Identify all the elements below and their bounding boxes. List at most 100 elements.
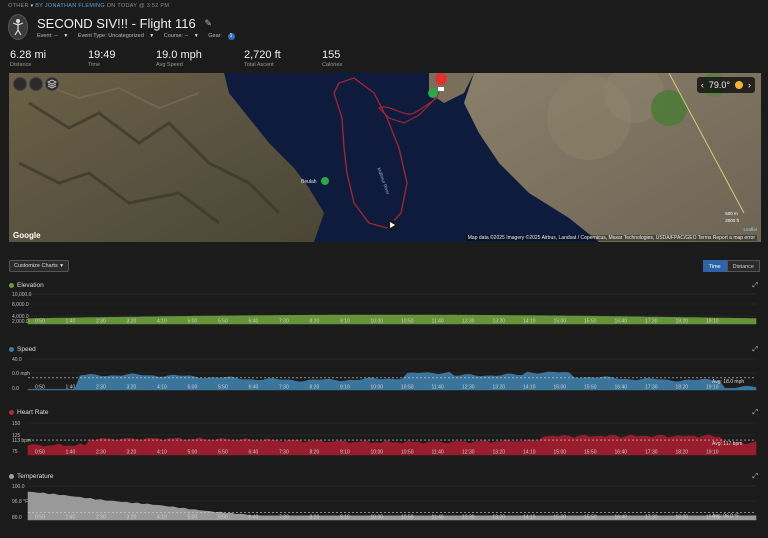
customize-charts-button[interactable]: Customize Charts ▼ bbox=[9, 260, 70, 272]
x-tick-label: 5:50 bbox=[218, 515, 228, 521]
heart-rate-plot[interactable]: Avg: 117 bpm150125113 bpm75 0:50 1:40 2:30 3… bbox=[0, 417, 768, 463]
x-tick-label: 0:50 bbox=[35, 385, 45, 391]
stat-label: Time bbox=[88, 62, 101, 68]
stat-calories: 155 Calories bbox=[322, 49, 342, 68]
y-tick-label: 2,000.0 bbox=[12, 319, 29, 325]
x-tick-label: 6:40 bbox=[249, 319, 259, 325]
x-tick-label: 5:50 bbox=[218, 450, 228, 456]
map-zoom-out-button[interactable] bbox=[29, 77, 43, 91]
leaflet-link[interactable]: Leaflet bbox=[743, 227, 757, 232]
x-tick-label: 3:20 bbox=[127, 319, 137, 325]
chevron-down-icon: ▼ bbox=[57, 263, 65, 269]
x-tick-label: 10:00 bbox=[371, 385, 384, 391]
x-tick-label: 16:40 bbox=[615, 515, 628, 521]
x-tick-label: 14:10 bbox=[523, 450, 536, 456]
chevron-right-icon[interactable]: › bbox=[748, 80, 751, 90]
speed-plot[interactable]: Avg: 18.0 mph40.00.0 mph0.0 0:50 1:40 2:30 3… bbox=[0, 354, 768, 398]
x-tick-label: 15:00 bbox=[554, 515, 567, 521]
x-tick-label: 17:30 bbox=[645, 515, 658, 521]
y-tick-label: 10,000.0 bbox=[12, 292, 32, 298]
x-tick-label: 13:20 bbox=[493, 515, 506, 521]
expand-icon[interactable]: ⤢ bbox=[752, 473, 758, 481]
x-tick-label: 17:30 bbox=[645, 319, 658, 325]
svg-text:Beulah: Beulah bbox=[301, 179, 317, 185]
map-scale: 500 m 2000 ft bbox=[725, 211, 739, 223]
x-tick-label: 10:00 bbox=[371, 450, 384, 456]
chart-title: Heart Rate bbox=[9, 409, 48, 416]
stat-time: 19:49 Time bbox=[88, 49, 116, 68]
x-tick-label: 15:00 bbox=[554, 319, 567, 325]
chevron-left-icon[interactable]: ‹ bbox=[701, 80, 704, 90]
axis-toggle: Time Distance bbox=[702, 260, 760, 272]
speed-chart: Speed ⤢ Avg: 18.0 mph 40.0 0.0 mph 0.0 0:50 1… bbox=[0, 346, 768, 398]
x-tick-label: 19:10 bbox=[706, 319, 719, 325]
toggle-time-button[interactable]: Time bbox=[702, 260, 727, 272]
x-tick-label: 2:30 bbox=[96, 450, 106, 456]
x-tick-label: 18:20 bbox=[676, 385, 689, 391]
x-tick-label: 3:20 bbox=[127, 515, 137, 521]
x-tick-label: 15:50 bbox=[584, 515, 597, 521]
stat-label: Total Ascent bbox=[244, 62, 274, 68]
toggle-distance-button[interactable]: Distance bbox=[726, 260, 760, 272]
x-tick-label: 7:30 bbox=[279, 319, 289, 325]
x-tick-label: 5:00 bbox=[188, 515, 198, 521]
weather-widget[interactable]: ‹ 79.0° › bbox=[696, 77, 755, 93]
x-tick-label: 7:30 bbox=[279, 385, 289, 391]
activity-header: OTHER ▾ BY JONATHAN FLEMING ON TODAY @ 3… bbox=[0, 0, 768, 48]
x-tick-label: 19:10 bbox=[706, 515, 719, 521]
x-tick-label: 12:30 bbox=[462, 450, 475, 456]
event-type-select[interactable]: Event Type: Uncategorized ▼ bbox=[78, 33, 158, 39]
series-dot bbox=[9, 283, 14, 288]
satellite-map: Beulah Malheur River bbox=[9, 73, 761, 242]
gear-select[interactable]: Gear: 1 bbox=[208, 33, 238, 40]
x-tick-label: 2:30 bbox=[96, 319, 106, 325]
expand-icon[interactable]: ⤢ bbox=[752, 346, 758, 354]
x-tick-label: 6:40 bbox=[249, 385, 259, 391]
x-tick-label: 9:10 bbox=[340, 319, 350, 325]
pencil-icon[interactable]: ✎ bbox=[204, 18, 212, 29]
x-tick-label: 9:10 bbox=[340, 385, 350, 391]
x-tick-label: 18:20 bbox=[676, 450, 689, 456]
byline-category[interactable]: OTHER bbox=[8, 3, 29, 9]
x-tick-label: 13:20 bbox=[493, 385, 506, 391]
avatar[interactable] bbox=[8, 14, 28, 40]
x-tick-label: 15:50 bbox=[584, 450, 597, 456]
temperature-plot[interactable]: Avg: 96.0 °F100.096.8 °F80.0 0:50 1:40 2:30… bbox=[0, 481, 768, 528]
map-layers-button[interactable] bbox=[45, 77, 59, 91]
y-tick-label: 40.0 bbox=[12, 357, 22, 363]
elevation-plot[interactable]: 10,000.08,000.04,000.02,000.0 0:50 1:40 2:3… bbox=[0, 290, 768, 332]
chart-controls: Customize Charts ▼ Time Distance bbox=[0, 259, 768, 273]
event-select[interactable]: Event: -- ▼ bbox=[37, 33, 72, 39]
temperature-chart: Temperature ⤢ Avg: 96.0 °F 100.0 96.8 °F 80… bbox=[0, 473, 768, 528]
x-tick-label: 6:40 bbox=[249, 515, 259, 521]
activity-title-text: SECOND SIV!!! - Flight 116 bbox=[37, 16, 196, 31]
x-tick-label: 16:40 bbox=[615, 450, 628, 456]
expand-icon[interactable]: ⤢ bbox=[752, 282, 758, 290]
stat-value: 6.28 mi bbox=[10, 49, 47, 61]
expand-icon[interactable]: ⤢ bbox=[752, 409, 758, 417]
y-tick-label: 80.0 bbox=[12, 515, 22, 521]
chevron-down-icon[interactable]: ▾ bbox=[31, 3, 34, 9]
route-map[interactable]: Beulah Malheur River ‹ 79.0° › 500 m 200… bbox=[9, 73, 761, 242]
x-tick-label: 10:50 bbox=[401, 515, 414, 521]
x-tick-label: 4:10 bbox=[157, 319, 167, 325]
x-tick-label: 10:00 bbox=[371, 319, 384, 325]
x-tick-label: 14:10 bbox=[523, 319, 536, 325]
x-tick-label: 5:00 bbox=[188, 319, 198, 325]
x-tick-label: 4:10 bbox=[157, 450, 167, 456]
x-tick-label: 10:50 bbox=[401, 385, 414, 391]
byline-author[interactable]: BY JONATHAN FLEMING bbox=[35, 3, 105, 9]
stats-row: 6.28 mi Distance 19:49 Time 19.0 mph Avg… bbox=[0, 49, 768, 73]
x-tick-label: 11:40 bbox=[432, 319, 444, 325]
x-tick-label: 19:10 bbox=[706, 450, 719, 456]
stat-total-ascent: 2,720 ft Total Ascent bbox=[244, 49, 281, 68]
chart-title: Elevation bbox=[9, 282, 44, 289]
stat-label: Avg Speed bbox=[156, 62, 183, 68]
x-tick-label: 9:10 bbox=[340, 515, 350, 521]
x-tick-label: 8:20 bbox=[310, 319, 320, 325]
y-tick-label: 113 bpm bbox=[12, 438, 31, 444]
activity-title: SECOND SIV!!! - Flight 116 ✎ bbox=[37, 16, 212, 31]
course-select[interactable]: Course: -- ▼ bbox=[164, 33, 203, 39]
x-tick-label: 10:50 bbox=[401, 319, 414, 325]
map-zoom-in-button[interactable] bbox=[13, 77, 27, 91]
